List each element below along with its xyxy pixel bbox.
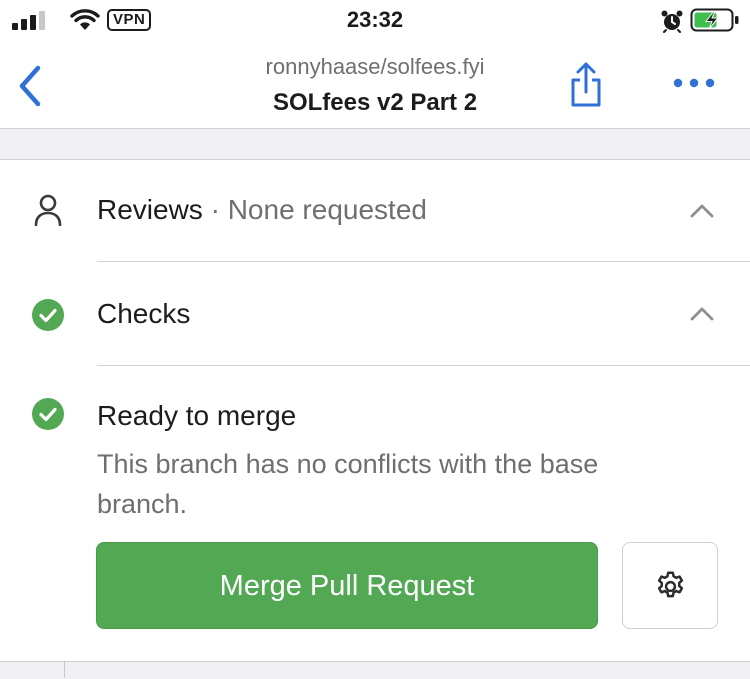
navigation-bar: ronnyhaase/solfees.fyi SOLfees v2 Part 2: [0, 42, 750, 128]
reviews-title: Reviews: [97, 194, 203, 225]
checks-row[interactable]: Checks: [0, 262, 750, 364]
person-icon: [34, 194, 62, 226]
merge-options-button[interactable]: [622, 542, 718, 629]
divider: [97, 365, 750, 366]
reviews-separator: ·: [202, 194, 228, 225]
reviews-row[interactable]: Reviews · None requested: [0, 160, 750, 260]
gear-icon: [657, 571, 684, 598]
check-circle-icon: [32, 299, 64, 331]
reviews-label: Reviews · None requested: [97, 194, 427, 226]
merge-pull-request-button[interactable]: Merge Pull Request: [96, 542, 598, 629]
divider: [64, 661, 65, 678]
more-icon[interactable]: [670, 70, 718, 96]
repo-name: ronnyhaase/solfees.fyi: [265, 54, 485, 79]
merge-status-description: This branch has no conflicts with the ba…: [97, 449, 599, 519]
check-circle-icon: [32, 398, 64, 430]
page-title: SOLfees v2 Part 2: [272, 89, 478, 116]
checks-label: Checks: [97, 298, 191, 329]
reviews-status: None requested: [227, 194, 427, 225]
merge-status-title: Ready to merge: [97, 400, 297, 431]
share-icon[interactable]: [566, 60, 606, 108]
section-separator: [0, 128, 750, 160]
status-time: 23:32: [346, 7, 404, 32]
bottom-separator: [0, 661, 750, 679]
chevron-up-icon[interactable]: [688, 202, 716, 220]
status-bar: VPN 23:32: [0, 0, 750, 42]
battery-charging-icon: [690, 8, 739, 32]
alarm-icon: [661, 10, 683, 33]
chevron-up-icon[interactable]: [688, 305, 716, 323]
